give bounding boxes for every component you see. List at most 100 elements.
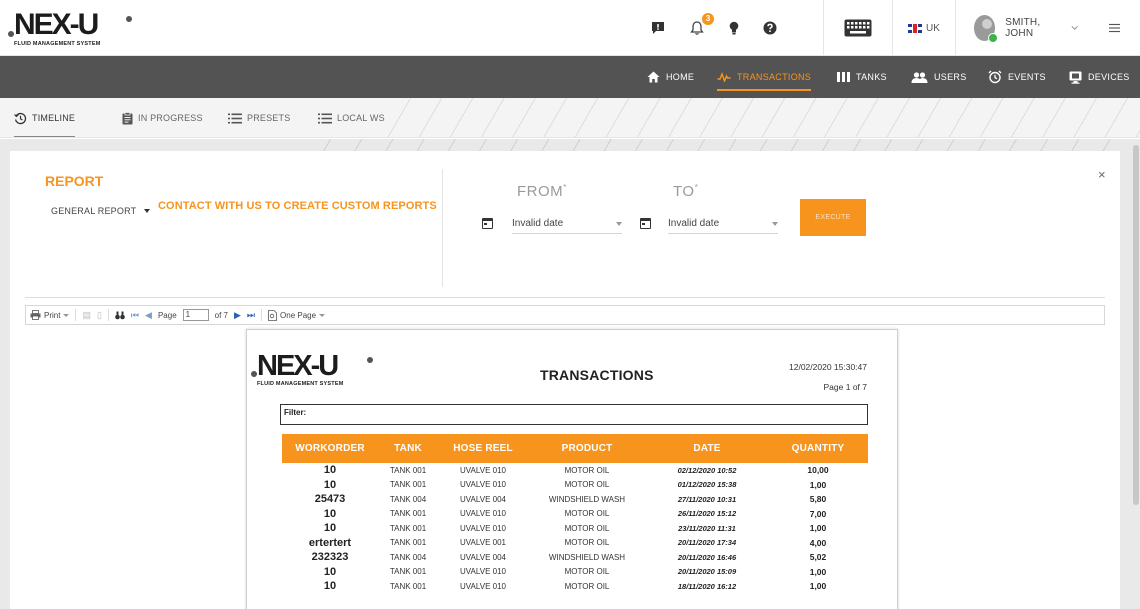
column-header: QUANTITY <box>768 434 868 463</box>
toolbar-separator <box>107 309 109 321</box>
divider <box>25 297 1105 298</box>
page-number-input[interactable]: 1 <box>182 309 209 321</box>
table-cell: 02/12/2020 10:52 <box>677 465 737 475</box>
chevron-down-icon <box>1071 26 1079 30</box>
nav-item-users[interactable]: USERS <box>911 56 967 98</box>
language-selector[interactable]: UK <box>892 0 955 56</box>
decorative-hatch <box>300 139 1140 151</box>
nav-label-devices: DEVICES <box>1088 72 1130 82</box>
table-cell: 23/11/2020 11:31 <box>678 523 736 533</box>
logo-wordmark: NEX-U <box>257 350 339 382</box>
nav-item-home[interactable]: HOME <box>647 56 694 98</box>
first-page-icon[interactable]: ⏮ <box>131 310 139 321</box>
table-cell: WINDSHIELD WASH <box>548 494 626 504</box>
page-label: Page <box>157 310 177 320</box>
document-title: TRANSACTIONS <box>540 367 654 383</box>
report-type-value: GENERAL REPORT <box>51 206 137 216</box>
tab-in-progress[interactable]: IN PROGRESS <box>122 98 203 137</box>
tab-local-ws[interactable]: LOCAL WS <box>318 98 385 137</box>
help-button[interactable] <box>752 0 788 56</box>
table-cell: 10 <box>323 464 337 477</box>
user-name: SMITH, JOHN <box>1005 17 1041 39</box>
calendar-icon[interactable] <box>640 218 651 229</box>
table-cell: UVALVE 010 <box>460 523 506 533</box>
keyboard-icon <box>844 19 872 37</box>
keyboard-button[interactable] <box>823 0 892 56</box>
table-cell: TANK 001 <box>389 509 427 519</box>
logo-tagline: FLUID MANAGEMENT SYSTEM <box>257 381 344 387</box>
view-mode-dropdown[interactable]: One Page <box>268 309 326 321</box>
users-icon <box>911 71 928 83</box>
logo-dot-left <box>251 371 257 377</box>
table-cell: TANK 004 <box>389 552 427 562</box>
nav-item-transactions[interactable]: TRANSACTIONS <box>717 56 812 98</box>
avatar <box>974 15 999 43</box>
to-date-value: Invalid date <box>668 218 720 229</box>
flag-uk-icon <box>908 23 923 33</box>
report-viewer-toolbar: Print ▤ ▯ ⏮ ◀ Page 1 of 7 ▶ ⏭ One Page <box>25 305 1105 325</box>
table-cell: 20/11/2020 16:46 <box>677 552 737 562</box>
print-button[interactable]: Print <box>30 310 70 320</box>
user-menu[interactable]: SMITH, JOHN <box>955 0 1120 56</box>
table-cell: 1,00 <box>809 566 827 577</box>
caret-down-icon <box>144 209 151 213</box>
notifications-button[interactable]: 3 <box>677 0 716 56</box>
table-cell: 18/11/2020 16:12 <box>677 581 737 591</box>
table-cell: 10 <box>323 580 337 593</box>
table-cell: TANK 001 <box>389 523 427 533</box>
toolbar-separator <box>261 309 263 321</box>
nav-item-tanks[interactable]: TANKS <box>837 56 887 98</box>
last-page-icon[interactable]: ⏭ <box>247 310 255 321</box>
caret-down-icon <box>319 313 326 317</box>
copy-icon[interactable]: ▯ <box>97 310 102 321</box>
custom-reports-link[interactable]: CONTACT WITH US TO CREATE CUSTOM REPORTS <box>158 200 437 212</box>
hamburger-menu-icon[interactable] <box>1108 23 1120 33</box>
tips-button[interactable] <box>716 0 752 56</box>
app-logo[interactable]: NEX-U FLUID MANAGEMENT SYSTEM <box>8 10 144 50</box>
content-area: REPORT GENERAL REPORT CONTACT WITH US TO… <box>0 139 1140 609</box>
table-cell: 10 <box>323 507 337 520</box>
alarm-clock-icon <box>988 70 1002 84</box>
binoculars-icon[interactable] <box>115 311 125 320</box>
tab-timeline[interactable]: TIMELINE <box>14 98 76 137</box>
table-cell: 25473 <box>314 493 346 506</box>
divider <box>442 169 443 287</box>
transactions-table: WORKORDER TANK HOSE REEL PRODUCT DATE QU… <box>282 434 868 594</box>
table-row: 10 TANK 001 UVALVE 010 MOTOR OIL 23/11/2020 … <box>282 521 868 536</box>
tab-presets[interactable]: PRESETS <box>228 98 290 137</box>
online-status-icon <box>988 33 999 43</box>
from-date-field[interactable]: Invalid date <box>512 214 622 234</box>
nav-item-devices[interactable]: DEVICES <box>1069 56 1130 98</box>
tab-label-local-ws: LOCAL WS <box>337 113 385 123</box>
close-icon[interactable]: × <box>1098 167 1106 182</box>
next-page-icon[interactable]: ▶ <box>234 310 241 321</box>
table-cell: 26/11/2020 15:12 <box>677 509 737 519</box>
table-cell: UVALVE 004 <box>460 552 506 562</box>
page-view-icon <box>268 309 277 321</box>
report-title: REPORT <box>45 173 104 189</box>
message-icon <box>651 22 664 34</box>
execute-button[interactable]: EXECUTE <box>800 199 866 236</box>
calendar-icon[interactable] <box>482 218 493 229</box>
table-cell: TANK 001 <box>389 538 427 548</box>
messages-button[interactable] <box>638 0 677 56</box>
nav-item-events[interactable]: EVENTS <box>988 56 1046 98</box>
top-bar: NEX-U FLUID MANAGEMENT SYSTEM 3 UK SMITH… <box>0 0 1140 56</box>
table-cell: UVALVE 010 <box>460 465 506 475</box>
export-icon[interactable]: ▤ <box>82 310 91 321</box>
previous-page-icon[interactable]: ◀ <box>145 310 152 321</box>
scrollbar-thumb[interactable] <box>1133 145 1139 505</box>
table-cell: 20/11/2020 15:09 <box>677 567 737 577</box>
to-label: TO* <box>673 183 699 200</box>
table-cell: 27/11/2020 10:31 <box>677 494 737 504</box>
table-cell: 01/12/2020 15:38 <box>677 480 737 490</box>
column-header: TANK <box>378 434 438 463</box>
tab-label-timeline: TIMELINE <box>32 113 76 123</box>
table-cell: UVALVE 001 <box>460 538 506 548</box>
to-date-field[interactable]: Invalid date <box>668 214 778 234</box>
report-type-dropdown[interactable]: GENERAL REPORT <box>51 206 151 216</box>
table-cell: TANK 001 <box>389 567 427 577</box>
sub-tabs: TIMELINE IN PROGRESS PRESETS LOCAL WS <box>0 98 1140 138</box>
table-cell: UVALVE 010 <box>460 567 506 577</box>
history-icon <box>14 112 27 124</box>
